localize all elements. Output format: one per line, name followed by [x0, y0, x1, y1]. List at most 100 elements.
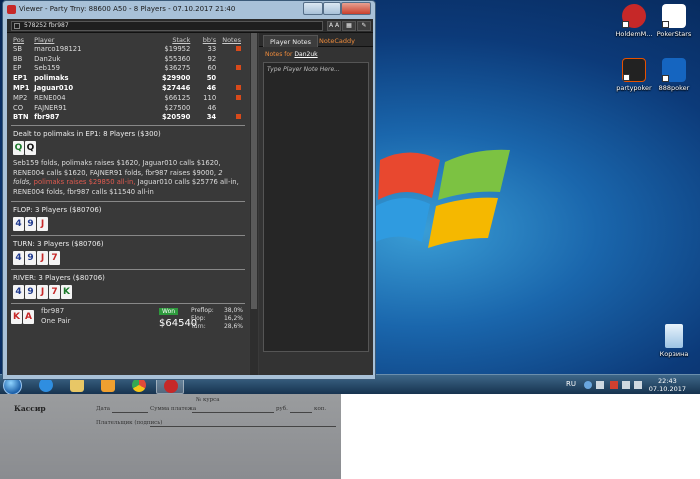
divider: [11, 125, 245, 127]
col-bbs[interactable]: bb's: [192, 36, 218, 44]
desktop-icon-recycle-bin[interactable]: Корзина: [648, 324, 700, 358]
player-pos: MP1: [13, 84, 30, 93]
player-pos: CO: [13, 103, 24, 112]
note-flag-icon[interactable]: [236, 45, 241, 51]
player-note-input[interactable]: Type Player Note Here...: [263, 62, 369, 352]
col-pos[interactable]: Pos: [11, 36, 32, 44]
note-flag-icon[interactable]: [236, 114, 241, 120]
titlebar[interactable]: Viewer - Party Trny: 88600 A50 - 8 Playe…: [3, 1, 375, 19]
playing-card: A: [23, 310, 34, 325]
river-title: RIVER: 3 Players ($80706): [13, 274, 105, 283]
player-name: Dan2uk: [34, 54, 61, 63]
paper-field: Сумма платежа: [150, 406, 197, 412]
player-row[interactable]: BB Dan2uk $55360 92: [11, 54, 243, 64]
help-icon[interactable]: [584, 381, 592, 389]
flop-title: FLOP: 3 Players ($80706): [13, 206, 102, 215]
maximize-button[interactable]: [323, 2, 341, 15]
equity-label: Preflop:: [191, 307, 214, 315]
player-name: RENE004: [34, 93, 66, 102]
divider: [11, 269, 245, 271]
winner-cards: KA: [11, 310, 35, 325]
windows-logo: [370, 149, 510, 248]
grid-icon[interactable]: ▦: [342, 21, 356, 31]
player-row[interactable]: EP1 polimaks $29900 50: [11, 73, 243, 83]
notes-for-text: Notes for: [265, 51, 293, 58]
close-button[interactable]: [341, 2, 371, 15]
playing-card: J: [37, 251, 48, 266]
hand-history-scrollbar[interactable]: [250, 33, 258, 375]
playing-card: 4: [13, 285, 24, 300]
font-size-button[interactable]: A A: [327, 21, 341, 31]
equity-turn: Turn: 28,6%: [191, 323, 243, 330]
col-stack[interactable]: Stack: [146, 36, 193, 44]
turn-cards: 49J7: [13, 251, 243, 266]
clock[interactable]: 22:43 07.10.2017: [649, 377, 686, 393]
player-stack: $20590: [161, 113, 191, 122]
player-notes-cell: [218, 73, 243, 83]
system-tray: RU 22:43 07.10.2017: [560, 375, 700, 394]
scrollbar-thumb[interactable]: [251, 33, 257, 309]
tab-notecaddy[interactable]: NoteCaddy: [313, 35, 361, 47]
action-center-icon[interactable]: [610, 381, 618, 389]
player-bbs: 33: [207, 44, 217, 53]
action-allin: polimaks raises $29850 all-in,: [33, 178, 136, 187]
player-stack: $29900: [161, 74, 191, 83]
player-notes-cell: [218, 44, 243, 54]
player-row[interactable]: SB marco198121 $19952 33: [11, 44, 243, 54]
col-notes[interactable]: Notes: [218, 36, 243, 44]
holdem-manager-icon: [622, 4, 646, 28]
hole-cards: QQ: [13, 141, 243, 156]
show-hidden-icons-icon[interactable]: [596, 381, 604, 389]
network-icon[interactable]: [622, 381, 630, 389]
player-name: marco198121: [34, 44, 82, 53]
divider: [11, 201, 245, 203]
player-row[interactable]: EP Seb159 $36275 60: [11, 64, 243, 74]
notes-for-player-link[interactable]: Dan2uk: [294, 51, 317, 58]
language-indicator[interactable]: RU: [566, 380, 576, 388]
clock-time: 22:43: [658, 377, 677, 385]
paper-field: Дата: [96, 406, 111, 412]
turn-title: TURN: 3 Players ($80706): [13, 240, 104, 249]
note-flag-icon[interactable]: [236, 85, 241, 91]
paper-line: [290, 412, 312, 413]
equity-label: Turn:: [191, 323, 206, 331]
playing-card: K: [11, 310, 22, 325]
desktop-icon-pokerstars[interactable]: PokerStars: [648, 4, 700, 38]
minimize-button[interactable]: [303, 2, 323, 15]
player-pos: SB: [13, 44, 22, 53]
viewer-toolbar: 578252 fbr987 A A ▦ ✎: [7, 19, 373, 33]
paper-line: [112, 412, 148, 413]
player-row[interactable]: MP1 Jaguar010 $27446 46: [11, 83, 243, 93]
player-row[interactable]: MP2 RENE004 $66125 110: [11, 93, 243, 103]
player-row[interactable]: BTN fbr987 $20590 34: [11, 113, 243, 123]
note-flag-icon[interactable]: [236, 65, 241, 71]
player-notes-cell: [218, 93, 243, 103]
volume-icon[interactable]: [634, 381, 642, 389]
blank-area: [341, 394, 700, 479]
player-name: Jaguar010: [34, 84, 74, 93]
playing-card: J: [37, 217, 48, 232]
paper-field: руб.: [276, 406, 288, 412]
paper-receipt-photo: Кассир № курса Дата Сумма платежа руб. к…: [0, 394, 341, 479]
tab-player-notes[interactable]: Player Notes: [263, 35, 319, 47]
edit-icon[interactable]: ✎: [357, 21, 371, 31]
won-badge: Won: [159, 308, 179, 316]
kassir-label: Кассир: [14, 404, 46, 413]
desktop-icon-888poker[interactable]: 888poker: [648, 58, 700, 92]
player-pos: EP: [13, 64, 22, 73]
hand-checkbox[interactable]: [14, 23, 20, 29]
player-notes-cell: [218, 54, 243, 64]
paper-field: коп.: [314, 406, 327, 412]
player-row[interactable]: CO FAJNER91 $27500 46: [11, 103, 243, 113]
preflop-title: Dealt to polimaks in EP1: 8 Players ($30…: [13, 130, 161, 139]
player-stack: $27500: [164, 103, 191, 112]
col-player[interactable]: Player: [32, 36, 146, 44]
preflop-actions: Seb159 folds, polimaks raises $1620, Jag…: [13, 159, 243, 197]
desktop-icon-label: Корзина: [659, 350, 689, 358]
hand-selector[interactable]: 578252 fbr987: [11, 21, 323, 31]
ie-icon: [39, 378, 53, 392]
note-flag-icon[interactable]: [236, 94, 241, 100]
player-bbs: 92: [207, 54, 217, 63]
player-notes-cell: [218, 83, 243, 93]
playing-card: 9: [25, 217, 36, 232]
